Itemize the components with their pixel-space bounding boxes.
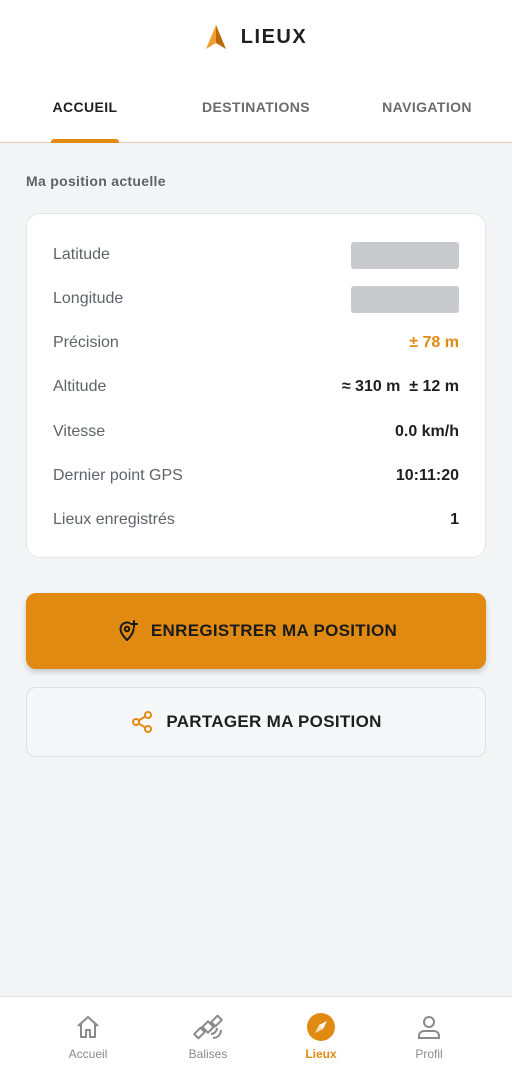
tab-label: ACCUEIL — [52, 99, 118, 115]
share-position-label: PARTAGER MA POSITION — [166, 712, 382, 731]
share-position-button[interactable]: PARTAGER MA POSITION — [26, 687, 486, 757]
tab-label: NAVIGATION — [382, 99, 472, 115]
nav-label: Accueil — [68, 1047, 108, 1061]
tab-label: DESTINATIONS — [202, 99, 310, 115]
row-label: Longitude — [53, 290, 124, 307]
section-title: Ma position actuelle — [26, 173, 166, 189]
share-icon — [132, 711, 153, 733]
row-label: Dernier point GPS — [53, 467, 183, 484]
row-label: Altitude — [53, 378, 107, 395]
add-location-icon — [119, 620, 138, 641]
nav-label: Profil — [415, 1047, 443, 1061]
info-row-longitude: Longitude — [53, 285, 459, 313]
title-row: LIEUX — [0, 22, 512, 52]
nav-item-profil[interactable]: Profil — [379, 997, 479, 1080]
app-header: LIEUX ACCUEIL DESTINATIONS NAVIGATION — [0, 0, 512, 143]
row-label: Précision — [53, 334, 119, 351]
tab-bar: ACCUEIL DESTINATIONS NAVIGATION — [0, 90, 512, 143]
row-label: Lieux enregistrés — [53, 511, 175, 528]
row-value: ≈ 310 m ± 12 m — [341, 378, 459, 395]
position-card: Latitude Longitude Précision ± 78 m Alti… — [26, 213, 486, 558]
tab-navigation[interactable]: NAVIGATION — [362, 90, 492, 143]
redacted-value — [351, 241, 459, 269]
active-tab-indicator — [51, 139, 119, 143]
row-value: 10:11:20 — [395, 467, 459, 484]
info-row-saved-places: Lieux enregistrés 1 — [53, 508, 459, 532]
info-row-vitesse: Vitesse 0.0 km/h — [53, 420, 459, 444]
compass-icon — [307, 1013, 335, 1041]
row-value: ± 78 m — [409, 334, 459, 351]
row-value: 0.0 km/h — [394, 423, 459, 440]
bottom-navigation: Accueil Balises Lieux Profil — [0, 996, 512, 1080]
home-icon — [77, 1016, 99, 1038]
satellite-icon — [193, 1014, 223, 1040]
nav-item-lieux[interactable]: Lieux — [271, 997, 371, 1080]
navigation-arrow-icon — [205, 25, 226, 49]
nav-label: Balises — [188, 1047, 228, 1061]
row-label: Latitude — [53, 246, 110, 263]
page-title: LIEUX — [240, 25, 308, 48]
tab-destinations[interactable]: DESTINATIONS — [186, 90, 326, 143]
info-row-altitude: Altitude ≈ 310 m ± 12 m — [53, 375, 459, 399]
nav-label: Lieux — [305, 1047, 337, 1061]
profile-icon — [418, 1016, 440, 1039]
app-screen: LIEUX ACCUEIL DESTINATIONS NAVIGATION Ma… — [0, 0, 512, 1080]
info-row-latitude: Latitude — [53, 241, 459, 269]
row-label: Vitesse — [53, 423, 106, 440]
nav-item-balises[interactable]: Balises — [158, 997, 258, 1080]
row-value: 1 — [450, 511, 459, 528]
info-row-precision: Précision ± 78 m — [53, 331, 459, 355]
nav-item-accueil[interactable]: Accueil — [38, 997, 138, 1080]
info-row-last-gps: Dernier point GPS 10:11:20 — [53, 464, 459, 488]
save-position-button[interactable]: ENREGISTRER MA POSITION — [26, 593, 486, 669]
save-position-label: ENREGISTRER MA POSITION — [150, 621, 398, 640]
redacted-value — [351, 285, 459, 313]
tab-accueil[interactable]: ACCUEIL — [20, 90, 150, 143]
